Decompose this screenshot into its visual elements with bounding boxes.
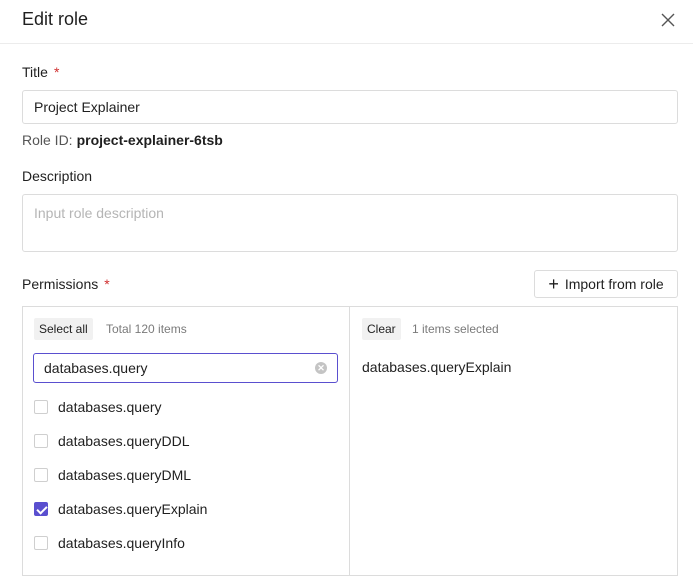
checkbox[interactable] bbox=[34, 468, 48, 482]
permission-option-checked[interactable]: databases.queryExplain bbox=[34, 500, 207, 518]
selected-count: 1 items selected bbox=[412, 322, 499, 336]
title-label: Title * bbox=[22, 64, 60, 80]
plus-icon: + bbox=[548, 274, 559, 294]
description-input[interactable]: Input role description bbox=[22, 194, 678, 252]
checkbox[interactable] bbox=[34, 434, 48, 448]
required-mark: * bbox=[104, 276, 110, 292]
checked-checkbox[interactable] bbox=[34, 502, 48, 516]
total-items: Total 120 items bbox=[106, 322, 187, 336]
permission-option[interactable]: databases.query bbox=[34, 398, 162, 416]
import-button-label: Import from role bbox=[564, 276, 664, 292]
clear-button[interactable]: Clear bbox=[362, 318, 401, 340]
title-input[interactable]: Project Explainer bbox=[22, 90, 678, 124]
checkbox[interactable] bbox=[34, 400, 48, 414]
select-all-button[interactable]: Select all bbox=[34, 318, 93, 340]
required-mark: * bbox=[53, 64, 60, 80]
transfer-divider bbox=[349, 306, 350, 576]
permission-option[interactable]: databases.queryInfo bbox=[34, 534, 185, 552]
permission-search-input[interactable]: databases.query ✕ bbox=[33, 353, 338, 383]
permission-option[interactable]: databases.queryDML bbox=[34, 466, 191, 484]
modal-header: Edit role bbox=[0, 0, 693, 44]
close-icon[interactable] bbox=[659, 11, 677, 29]
description-label: Description bbox=[22, 168, 93, 184]
selected-permission-item[interactable]: databases.queryExplain bbox=[362, 359, 511, 375]
checkbox[interactable] bbox=[34, 536, 48, 550]
permission-option[interactable]: databases.queryDDL bbox=[34, 432, 190, 450]
role-id: Role ID: project-explainer-6tsb bbox=[22, 132, 223, 148]
permissions-label: Permissions * bbox=[22, 276, 110, 292]
role-id-value: project-explainer-6tsb bbox=[76, 132, 223, 148]
import-from-role-button[interactable]: + Import from role bbox=[534, 270, 678, 298]
clear-search-icon[interactable]: ✕ bbox=[315, 362, 327, 374]
modal-title: Edit role bbox=[22, 9, 89, 29]
